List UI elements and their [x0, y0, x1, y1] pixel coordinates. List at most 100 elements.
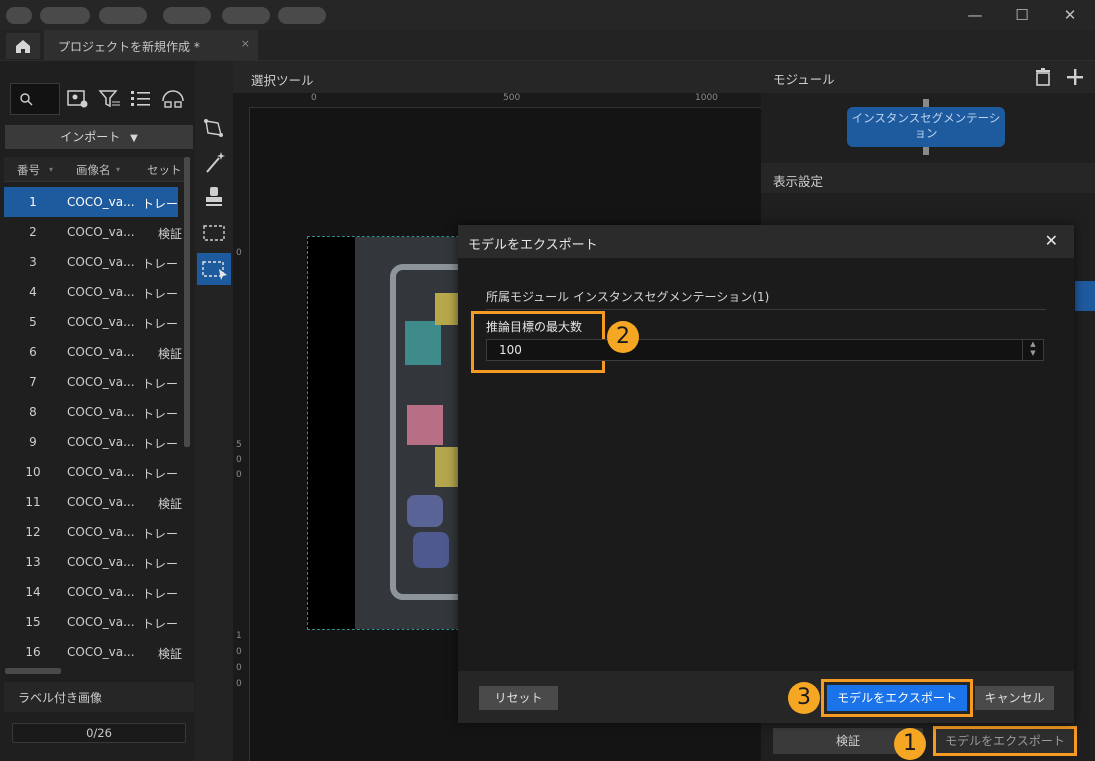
list-view-icon[interactable]	[129, 87, 153, 111]
ruler-mark: 1	[236, 631, 242, 641]
ruler-mark: 0	[236, 248, 242, 258]
polygon-tool-icon[interactable]	[197, 113, 231, 145]
tab-close-icon[interactable]: ×	[241, 37, 250, 50]
menu-item[interactable]	[278, 7, 326, 24]
ruler-mark: 5	[236, 440, 242, 450]
row-name: COCO_va...	[67, 645, 135, 659]
image-list-panel: インポート ▼ 番号 ▾ 画像名 ▾ セット 1 COCO_va... トレー 2 C…	[0, 61, 195, 761]
row-name: COCO_va...	[67, 285, 135, 299]
column-set[interactable]: セット	[147, 162, 182, 178]
canvas-header: 選択ツール	[233, 61, 761, 93]
column-image-name[interactable]: 画像名	[76, 162, 111, 178]
ruler-mark: 1000	[695, 93, 718, 103]
select-tool-icon[interactable]	[197, 253, 231, 285]
magic-wand-icon[interactable]	[197, 147, 231, 179]
list-item[interactable]: 5 COCO_va... トレー	[4, 307, 178, 337]
menu-item[interactable]	[6, 7, 32, 24]
filter-icon[interactable]	[98, 87, 122, 111]
max-targets-input[interactable]: 100 ▲ ▼	[486, 339, 1044, 361]
row-set: トレー	[142, 527, 178, 541]
list-item[interactable]: 14 COCO_va... トレー	[4, 577, 178, 607]
list-item[interactable]: 8 COCO_va... トレー	[4, 397, 178, 427]
list-item[interactable]: 6 COCO_va... 検証	[4, 337, 182, 367]
title-bar: — ☐ ✕	[0, 0, 1095, 30]
home-tab[interactable]	[6, 33, 40, 59]
menu-item[interactable]	[222, 7, 270, 24]
ruler-left: 0 5 0 0 1 0 0 0	[233, 107, 250, 761]
column-number[interactable]: 番号	[17, 162, 40, 178]
close-icon[interactable]: ✕	[1045, 231, 1058, 250]
list-header: 番号 ▾ 画像名 ▾ セット	[4, 157, 184, 182]
row-set: トレー	[142, 287, 178, 301]
menu-item[interactable]	[40, 7, 90, 24]
ruler-mark: 0	[236, 663, 242, 673]
row-number: 14	[25, 585, 41, 599]
row-name: COCO_va...	[67, 585, 135, 599]
row-set: 検証	[158, 497, 183, 511]
row-number: 5	[29, 315, 37, 329]
list-item[interactable]: 4 COCO_va... トレー	[4, 277, 178, 307]
display-settings-header: 表示設定	[761, 163, 1095, 193]
list-item[interactable]: 12 COCO_va... トレー	[4, 517, 178, 547]
tab-project[interactable]: プロジェクトを新規作成 * ×	[44, 30, 258, 60]
row-number: 16	[25, 645, 41, 659]
menu-item[interactable]	[163, 7, 211, 24]
list-item[interactable]: 10 COCO_va... トレー	[4, 457, 178, 487]
row-number: 12	[25, 525, 41, 539]
tab-label: プロジェクトを新規作成 *	[58, 40, 200, 54]
list-item[interactable]: 15 COCO_va... トレー	[4, 607, 178, 637]
dialog-footer: リセット モデルをエクスポート キャンセル	[458, 671, 1074, 723]
module-node[interactable]: インスタンスセグメンテーション	[847, 107, 1005, 147]
import-button[interactable]: インポート ▼	[5, 125, 193, 149]
list-item[interactable]: 16 COCO_va... 検証	[4, 637, 182, 667]
dialog-header: モデルをエクスポート ✕	[458, 225, 1074, 258]
tool-column	[195, 61, 233, 761]
close-window-icon[interactable]: ✕	[1059, 4, 1081, 26]
ruler-mark: 0	[236, 470, 242, 480]
row-set: トレー	[142, 617, 178, 631]
export-dialog: モデルをエクスポート ✕ 所属モジュール インスタンスセグメンテーション(1) …	[458, 225, 1074, 723]
list-item[interactable]: 9 COCO_va... トレー	[4, 427, 178, 457]
add-icon[interactable]	[1065, 67, 1085, 87]
row-name: COCO_va...	[67, 375, 135, 389]
menu-item[interactable]	[99, 7, 147, 24]
export-model-button[interactable]: モデルをエクスポート	[933, 726, 1077, 756]
maximize-icon[interactable]: ☐	[1011, 4, 1033, 26]
row-number: 9	[29, 435, 37, 449]
list-item[interactable]: 13 COCO_va... トレー	[4, 547, 178, 577]
row-name: COCO_va...	[67, 615, 135, 629]
display-mode-icon[interactable]	[161, 87, 185, 111]
list-item[interactable]: 3 COCO_va... トレー	[4, 247, 178, 277]
image-settings-icon[interactable]	[66, 87, 90, 111]
chevron-down-icon: ▼	[130, 133, 138, 144]
row-number: 3	[29, 255, 37, 269]
row-set: トレー	[142, 197, 178, 211]
row-number: 13	[25, 555, 41, 569]
list-item[interactable]: 7 COCO_va... トレー	[4, 367, 178, 397]
spinner-icon[interactable]: ▲ ▼	[1022, 340, 1043, 360]
row-set: トレー	[142, 407, 178, 421]
divider	[486, 309, 1046, 310]
reset-button[interactable]: リセット	[479, 686, 558, 710]
row-name: COCO_va...	[67, 255, 135, 269]
row-set: トレー	[142, 467, 178, 481]
minimize-icon[interactable]: —	[964, 4, 986, 26]
stamp-icon[interactable]	[197, 181, 231, 213]
row-number: 6	[29, 345, 37, 359]
list-item[interactable]: 1 COCO_va... トレー	[4, 187, 178, 217]
vertical-scrollbar[interactable]	[184, 157, 190, 447]
export-model-confirm-button[interactable]: モデルをエクスポート	[827, 685, 967, 711]
trash-icon[interactable]	[1033, 67, 1053, 87]
sort-icon: ▾	[49, 165, 54, 174]
search-input[interactable]	[10, 83, 60, 115]
list-item[interactable]: 2 COCO_va... 検証	[4, 217, 182, 247]
panel-accent	[1075, 281, 1095, 311]
dialog-title: モデルをエクスポート	[468, 238, 598, 253]
cancel-button[interactable]: キャンセル	[975, 686, 1054, 710]
horizontal-scrollbar[interactable]	[5, 668, 61, 674]
list-item[interactable]: 11 COCO_va... 検証	[4, 487, 182, 517]
row-number: 2	[29, 225, 37, 239]
search-icon	[20, 93, 33, 106]
ruler-mark: 0	[236, 455, 242, 465]
rectangle-select-icon[interactable]	[197, 217, 231, 249]
